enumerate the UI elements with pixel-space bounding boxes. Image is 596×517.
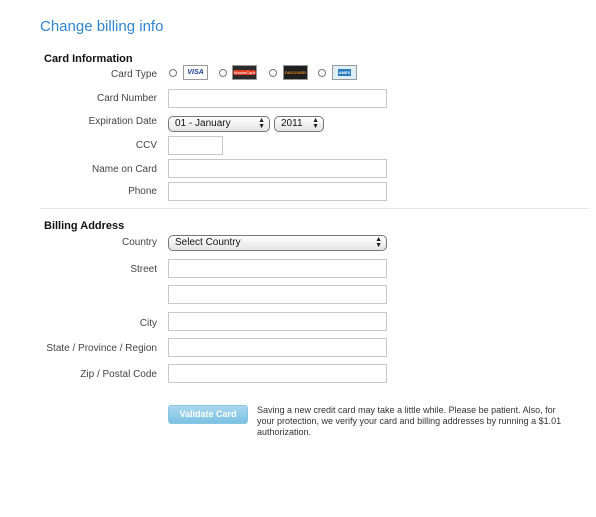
expiration-year-select[interactable]: 2011 ▲ ▼ [274, 116, 324, 132]
street-label: Street [130, 264, 157, 275]
state-input[interactable] [168, 338, 387, 357]
visa-logo-icon: VISA [183, 65, 208, 80]
city-input[interactable] [168, 312, 387, 331]
country-label: Country [121, 237, 157, 248]
card-type-radio-visa[interactable] [169, 69, 177, 77]
expiration-month-select[interactable]: 01 - January ▲ ▼ [168, 116, 270, 132]
card-number-label: Card Number [96, 93, 157, 104]
country-select[interactable]: Select Country ▲ ▼ [168, 235, 387, 251]
card-type-radio-mastercard[interactable] [219, 69, 227, 77]
discover-logo-icon: DISCOVER [283, 65, 308, 80]
zip-label: Zip / Postal Code [80, 369, 157, 380]
section-divider [40, 208, 589, 209]
billing-address-heading: Billing Address [44, 220, 125, 232]
card-type-radio-amex[interactable] [318, 69, 326, 77]
billing-page: Change billing info Card Information Car… [0, 0, 596, 517]
state-label: State / Province / Region [46, 343, 157, 354]
mastercard-logo-icon: MasterCard [232, 65, 257, 80]
phone-label: Phone [128, 186, 157, 197]
expiration-date-label: Expiration Date [88, 116, 157, 127]
phone-input[interactable] [168, 182, 387, 201]
validate-card-button[interactable]: Validate Card [168, 405, 248, 424]
street-input[interactable] [168, 259, 387, 278]
card-type-radio-discover[interactable] [269, 69, 277, 77]
page-title: Change billing info [40, 18, 164, 35]
card-number-input[interactable] [168, 89, 387, 108]
select-arrows-icon: ▲ ▼ [375, 236, 382, 249]
name-on-card-input[interactable] [168, 159, 387, 178]
ccv-label: CCV [135, 140, 157, 151]
card-type-label: Card Type [111, 69, 157, 80]
city-label: City [139, 318, 157, 329]
select-arrows-icon: ▲ ▼ [312, 117, 319, 130]
zip-input[interactable] [168, 364, 387, 383]
validation-note: Saving a new credit card may take a litt… [257, 405, 562, 437]
card-information-heading: Card Information [44, 53, 133, 65]
name-on-card-label: Name on Card [91, 164, 157, 175]
amex-logo-icon: AMEX [332, 65, 357, 80]
ccv-input[interactable] [168, 136, 223, 155]
street-line-2-input[interactable] [168, 285, 387, 304]
select-arrows-icon: ▲ ▼ [258, 117, 265, 130]
